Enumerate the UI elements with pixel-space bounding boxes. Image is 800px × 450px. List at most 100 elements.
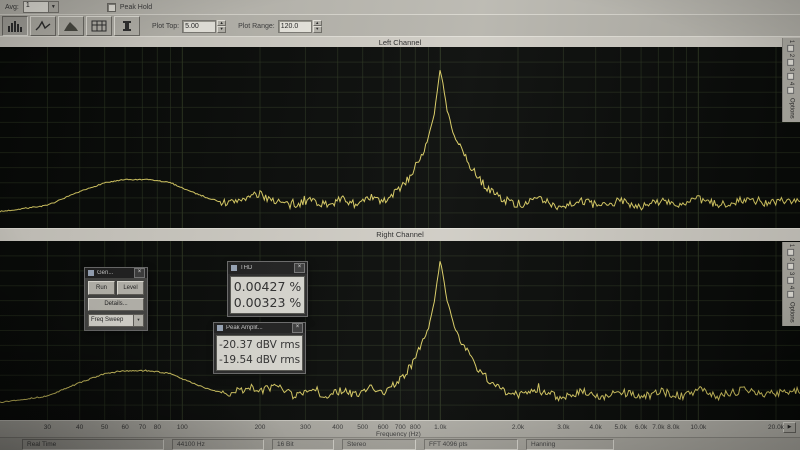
thd-right-value: 0.00323 % xyxy=(231,295,304,311)
thd-dialog: THD × 0.00427 % 0.00323 % xyxy=(227,261,308,317)
generator-icon xyxy=(88,270,94,276)
chevron-down-icon[interactable]: ▼ xyxy=(48,2,58,12)
freq-tick-label: 40 xyxy=(67,424,93,431)
thd-dialog-title: THD xyxy=(240,265,292,271)
trace-checkbox[interactable] xyxy=(788,45,795,52)
avg-dropdown[interactable]: 1 ▼ xyxy=(23,1,59,13)
close-icon[interactable]: × xyxy=(294,263,305,273)
freq-tick-label: 1.0k xyxy=(427,424,453,431)
chevron-down-icon[interactable]: ▼ xyxy=(133,315,143,326)
generator-details-button[interactable]: Details... xyxy=(88,298,144,311)
trace-toggle-4[interactable]: 4 xyxy=(786,82,798,94)
trace-toggle-2[interactable]: 2 xyxy=(786,54,798,66)
status-sample-rate: 44100 Hz xyxy=(172,439,264,450)
plot-top-label: Plot Top: xyxy=(152,23,179,30)
plot-range-spinner[interactable]: ▲▼ xyxy=(313,20,322,33)
status-fft-size: FFT 4096 pts xyxy=(424,439,518,450)
right-channel-title: Right Channel xyxy=(0,228,800,242)
peak-amplitude-dialog: Peak Amplit... × -20.37 dBV rms -19.54 d… xyxy=(213,322,306,374)
trace-number-label: 2 xyxy=(789,54,795,57)
freq-tick-label: 200 xyxy=(247,424,273,431)
freq-tick-label: 100 xyxy=(169,424,195,431)
trace-toggle-2[interactable]: 2 xyxy=(786,258,798,270)
peak-dialog-title: Peak Amplit... xyxy=(226,325,290,331)
trace-checkbox[interactable] xyxy=(788,249,795,256)
status-mode: Real Time xyxy=(22,439,164,450)
options-button[interactable]: Options xyxy=(789,98,795,119)
area-graph-icon[interactable] xyxy=(58,16,84,36)
plot-top-spinner[interactable]: ▲▼ xyxy=(217,20,226,33)
plot-range-field[interactable]: 120.0 xyxy=(278,20,312,33)
close-icon[interactable]: × xyxy=(292,323,303,333)
trace-number-label: 3 xyxy=(789,272,795,275)
trace-toggle-4[interactable]: 4 xyxy=(786,286,798,298)
peak-left-value: -20.37 dBV rms xyxy=(217,338,302,353)
trace-number-label: 4 xyxy=(789,286,795,289)
trace-checkbox[interactable] xyxy=(788,263,795,270)
options-button[interactable]: Options xyxy=(789,302,795,323)
status-bit-depth: 16 Bit xyxy=(272,439,334,450)
status-window-function: Hanning xyxy=(526,439,614,450)
trace-checkbox[interactable] xyxy=(788,73,795,80)
trace-number-label: 1 xyxy=(789,244,795,247)
spectrogram-icon[interactable] xyxy=(86,16,112,36)
status-channels: Stereo xyxy=(342,439,416,450)
freq-tick-label: 8.0k xyxy=(660,424,686,431)
freq-tick-label: 2.0k xyxy=(505,424,531,431)
peak-hold-checkbox[interactable] xyxy=(107,3,116,12)
generator-level-button[interactable]: Level xyxy=(117,281,144,295)
freq-tick-label: 30 xyxy=(34,424,60,431)
thd-icon xyxy=(231,265,237,271)
freq-tick-label: 300 xyxy=(292,424,318,431)
close-icon[interactable]: × xyxy=(134,268,145,278)
generator-mode-dropdown[interactable]: Freq Sweep ▼ xyxy=(88,314,144,327)
freq-tick-label: 4.0k xyxy=(583,424,609,431)
averaging-row: Avg: 1 ▼ Peak Hold xyxy=(0,0,800,14)
trace-toggle-1[interactable]: 1 xyxy=(786,40,798,52)
frequency-axis: Frequency (Hz) ▶ 30405060708010020030040… xyxy=(0,420,800,438)
spectrum-bars-icon[interactable] xyxy=(2,16,28,36)
generator-dialog: Gen... × Run Level Details... Freq Sweep… xyxy=(84,267,148,331)
trace-number-label: 1 xyxy=(789,40,795,43)
trace-checkbox[interactable] xyxy=(788,59,795,66)
avg-label: Avg: xyxy=(5,4,19,11)
freq-tick-label: 400 xyxy=(325,424,351,431)
freq-tick-label: 10.0k xyxy=(685,424,711,431)
avg-value: 1 xyxy=(24,2,48,12)
trace-checkbox[interactable] xyxy=(788,277,795,284)
generator-dialog-title: Gen... xyxy=(97,270,132,276)
trace-number-label: 4 xyxy=(789,82,795,85)
toolbar: Plot Top: 5.00 ▲▼ Plot Range: 120.0 ▲▼ xyxy=(0,14,800,37)
status-bar: Real Time 44100 Hz 16 Bit Stereo FFT 409… xyxy=(0,437,800,450)
plot-range-label: Plot Range: xyxy=(238,23,275,30)
right-plot-side-panel[interactable]: 1 2 3 4 Options xyxy=(782,242,800,326)
trace-toggle-3[interactable]: 3 xyxy=(786,272,798,284)
generator-run-button[interactable]: Run xyxy=(88,281,115,295)
thd-dialog-titlebar[interactable]: THD × xyxy=(228,262,307,274)
line-graph-icon[interactable] xyxy=(30,16,56,36)
freq-tick-label: 80 xyxy=(144,424,170,431)
generator-dialog-titlebar[interactable]: Gen... × xyxy=(85,268,147,278)
peak-right-value: -19.54 dBV rms xyxy=(217,353,302,368)
peak-amplitude-icon xyxy=(217,325,223,331)
analyzer-app-window: Avg: 1 ▼ Peak Hold Plot Top: 5.00 ▲▼ xyxy=(0,0,800,450)
trace-toggle-3[interactable]: 3 xyxy=(786,68,798,80)
freq-tick-label: 3.0k xyxy=(550,424,576,431)
spin-down-icon: ▼ xyxy=(313,26,322,33)
peak-hold-label: Peak Hold xyxy=(120,4,152,11)
freq-tick-label: 800 xyxy=(402,424,428,431)
left-plot-side-panel[interactable]: 1 2 3 4 Options xyxy=(782,38,800,122)
left-spectrum-chart xyxy=(0,47,800,228)
spin-down-icon: ▼ xyxy=(217,26,226,33)
freq-tick-label: 20.0k xyxy=(763,424,789,431)
trace-toggle-1[interactable]: 1 xyxy=(786,244,798,256)
peak-dialog-titlebar[interactable]: Peak Amplit... × xyxy=(214,323,305,333)
plot-top-field[interactable]: 5.00 xyxy=(182,20,216,33)
left-channel-plot[interactable] xyxy=(0,47,800,228)
generator-mode-value: Freq Sweep xyxy=(89,315,133,326)
trace-number-label: 3 xyxy=(789,68,795,71)
trace-number-label: 2 xyxy=(789,258,795,261)
trace-checkbox[interactable] xyxy=(788,87,795,94)
phase-bar-icon[interactable] xyxy=(114,16,140,36)
trace-checkbox[interactable] xyxy=(788,291,795,298)
